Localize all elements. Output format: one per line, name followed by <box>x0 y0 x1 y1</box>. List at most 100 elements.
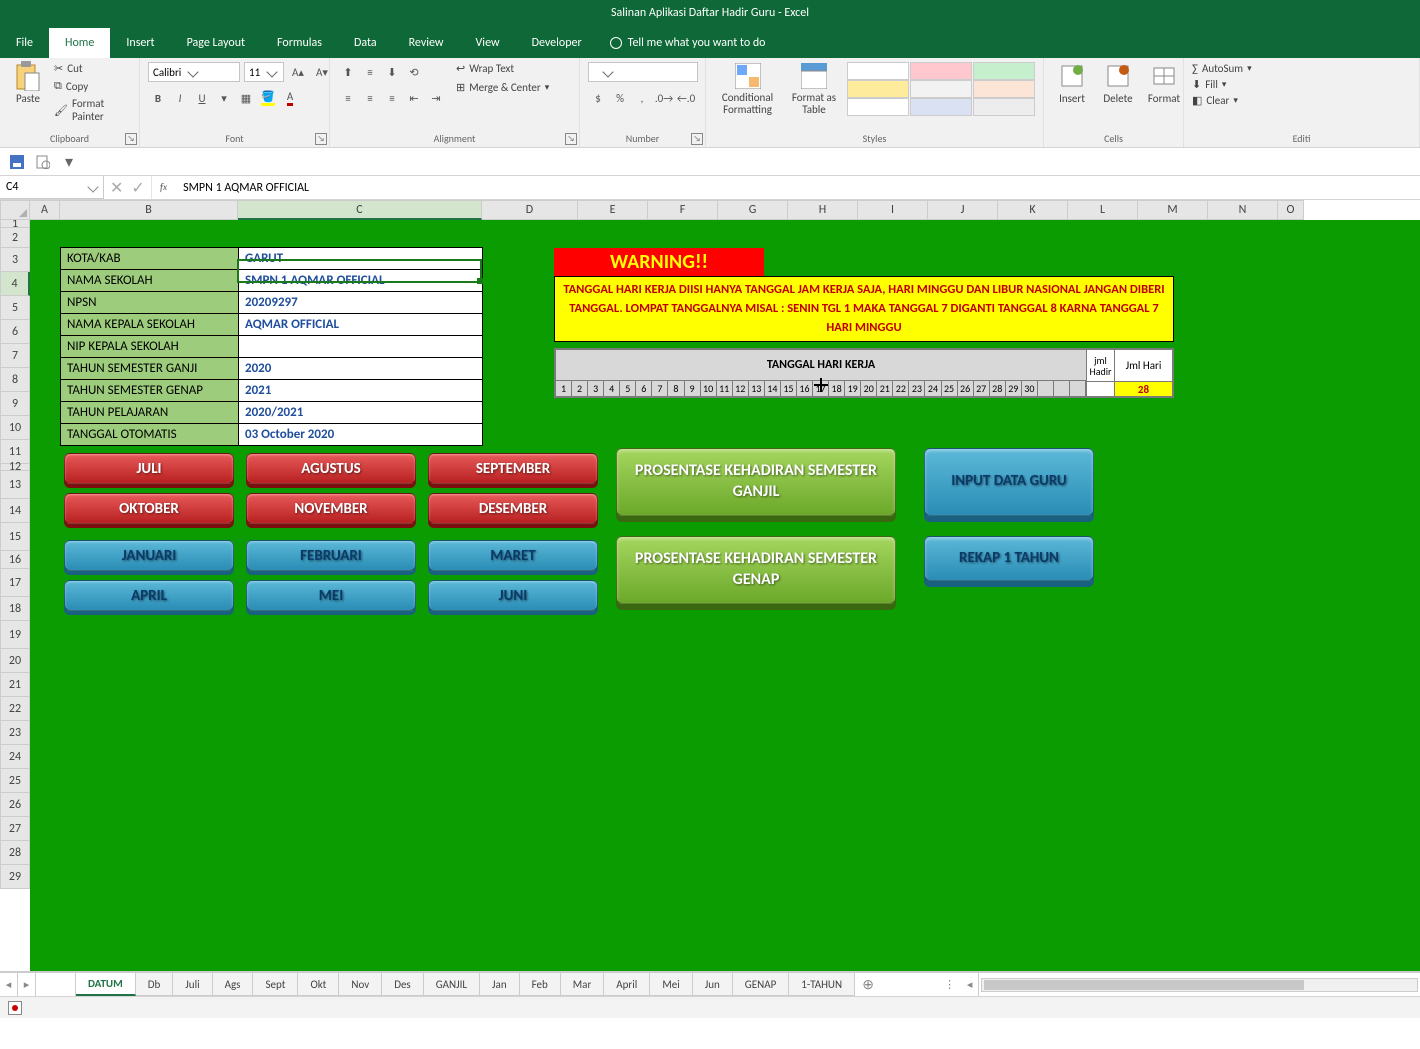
row-header-17[interactable]: 17 <box>0 569 30 597</box>
row-header-21[interactable]: 21 <box>0 673 30 697</box>
btn-oktober[interactable]: OKTOBER <box>64 493 234 524</box>
btn-agustus[interactable]: AGUSTUS <box>246 453 416 484</box>
font-dialog-launcher[interactable]: ↘ <box>315 133 327 145</box>
tkerja-day[interactable] <box>1070 381 1086 396</box>
sheet-tab-datum[interactable]: DATUM <box>76 973 136 996</box>
col-header-K[interactable]: K <box>998 200 1068 220</box>
comma-button[interactable]: , <box>632 88 652 108</box>
info-value[interactable]: 2021 <box>239 380 483 402</box>
decrease-decimal-button[interactable]: ←.0 <box>676 88 696 108</box>
tkerja-day[interactable]: 22 <box>893 381 909 396</box>
tkerja-day[interactable]: 29 <box>1006 381 1022 396</box>
underline-button[interactable]: U <box>192 88 212 108</box>
sheet-tab-ganjil[interactable]: GANJIL <box>424 973 480 996</box>
font-size-select[interactable]: 11 <box>244 62 284 82</box>
sheet-tab-okt[interactable]: Okt <box>298 973 339 996</box>
tab-developer[interactable]: Developer <box>516 28 598 58</box>
tab-insert[interactable]: Insert <box>110 28 170 58</box>
tkerja-day[interactable]: 30 <box>1022 381 1038 396</box>
row-header-3[interactable]: 3 <box>0 248 30 272</box>
increase-decimal-button[interactable]: .0→ <box>654 88 674 108</box>
col-header-L[interactable]: L <box>1068 200 1138 220</box>
btn-april[interactable]: APRIL <box>64 580 234 611</box>
btn-prosentase-genap[interactable]: PROSENTASE KEHADIRAN SEMESTER GENAP <box>616 536 896 604</box>
tkerja-day[interactable]: 16 <box>797 381 813 396</box>
new-sheet-button[interactable]: ⊕ <box>855 973 881 996</box>
row-header-13[interactable]: 13 <box>0 471 30 499</box>
tkerja-day[interactable]: 18 <box>829 381 845 396</box>
btn-juli[interactable]: JULI <box>64 453 234 484</box>
delete-cells-button[interactable]: Delete <box>1098 62 1138 105</box>
col-header-M[interactable]: M <box>1138 200 1208 220</box>
row-header-7[interactable]: 7 <box>0 344 30 368</box>
sheet-tab-genap[interactable]: GENAP <box>733 973 789 996</box>
btn-januari[interactable]: JANUARI <box>64 540 234 571</box>
tkerja-day[interactable]: 14 <box>765 381 781 396</box>
tkerja-day[interactable]: 25 <box>942 381 958 396</box>
qat-save-button[interactable] <box>8 153 26 171</box>
align-right-button[interactable]: ≡ <box>382 88 402 108</box>
wrap-text-button[interactable]: ↩Wrap Text <box>456 62 549 75</box>
tkerja-day[interactable] <box>1054 381 1070 396</box>
fx-button[interactable]: fx <box>152 176 175 199</box>
row-header-22[interactable]: 22 <box>0 697 30 721</box>
row-header-14[interactable]: 14 <box>0 499 30 523</box>
tab-view[interactable]: View <box>460 28 516 58</box>
number-dialog-launcher[interactable]: ↘ <box>691 133 703 145</box>
fill-button[interactable]: ⬇Fill▾ <box>1192 78 1226 91</box>
row-header-29[interactable]: 29 <box>0 865 30 889</box>
formula-input[interactable] <box>175 176 1420 199</box>
sheet-tab-feb[interactable]: Feb <box>520 973 561 996</box>
btn-mei[interactable]: MEI <box>246 580 416 611</box>
border-button[interactable]: ▦ <box>236 88 256 108</box>
select-all-button[interactable] <box>0 200 30 220</box>
tkerja-day[interactable]: 15 <box>781 381 797 396</box>
sheet-tab-ags[interactable]: Ags <box>213 973 254 996</box>
macro-record-icon[interactable] <box>8 1001 22 1015</box>
align-center-button[interactable]: ≡ <box>360 88 380 108</box>
tkerja-day[interactable]: 13 <box>749 381 765 396</box>
info-value[interactable]: 20209297 <box>239 292 483 314</box>
tab-page-layout[interactable]: Page Layout <box>171 28 261 58</box>
tkerja-day[interactable]: 4 <box>604 381 620 396</box>
tkerja-day[interactable]: 20 <box>861 381 877 396</box>
tab-home[interactable]: Home <box>49 28 110 58</box>
col-header-O[interactable]: O <box>1278 200 1304 220</box>
tkerja-day[interactable]: 19 <box>845 381 861 396</box>
tab-review[interactable]: Review <box>393 28 460 58</box>
sheet-tab-des[interactable]: Des <box>382 973 424 996</box>
sheet-tab-1-tahun[interactable]: 1-TAHUN <box>789 973 855 996</box>
row-header-26[interactable]: 26 <box>0 793 30 817</box>
align-top-button[interactable]: ⬆ <box>338 62 358 82</box>
cell-styles-gallery[interactable] <box>847 62 1035 116</box>
row-header-16[interactable]: 16 <box>0 551 30 569</box>
clipboard-dialog-launcher[interactable]: ↘ <box>125 133 137 145</box>
clear-button[interactable]: ◧Clear▾ <box>1192 94 1238 107</box>
conditional-formatting-button[interactable]: Conditional Formatting <box>714 62 781 116</box>
tab-formulas[interactable]: Formulas <box>261 28 338 58</box>
qat-customize-button[interactable]: ▾ <box>60 153 78 171</box>
row-header-1[interactable]: 1 <box>0 220 30 228</box>
tkerja-day[interactable]: 3 <box>588 381 604 396</box>
row-header-2[interactable]: 2 <box>0 228 30 248</box>
tab-file[interactable]: File <box>0 28 49 58</box>
orientation-button[interactable]: ⟲ <box>404 62 424 82</box>
tkerja-day[interactable]: 21 <box>877 381 893 396</box>
sheet-tab-jun[interactable]: Jun <box>693 973 733 996</box>
tkerja-day[interactable]: 23 <box>909 381 925 396</box>
tab-data[interactable]: Data <box>338 28 393 58</box>
row-header-15[interactable]: 15 <box>0 523 30 551</box>
enter-formula-button[interactable]: ✓ <box>131 178 144 198</box>
format-cells-button[interactable]: Format <box>1144 62 1184 105</box>
percent-button[interactable]: % <box>610 88 630 108</box>
autosum-button[interactable]: ∑AutoSum▾ <box>1192 62 1252 75</box>
merge-center-button[interactable]: ⊞Merge & Center▾ <box>456 81 549 94</box>
sheet-nav-prev[interactable]: ◂ <box>0 973 18 996</box>
row-header-23[interactable]: 23 <box>0 721 30 745</box>
col-header-E[interactable]: E <box>578 200 648 220</box>
col-header-C[interactable]: C <box>238 200 482 220</box>
sheet-tab-nov[interactable]: Nov <box>339 973 382 996</box>
row-header-4[interactable]: 4 <box>0 272 30 296</box>
row-header-20[interactable]: 20 <box>0 649 30 673</box>
row-header-9[interactable]: 9 <box>0 392 30 416</box>
